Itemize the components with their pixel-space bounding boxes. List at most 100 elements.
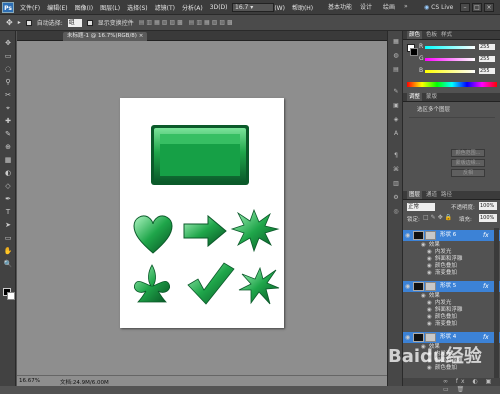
menu-item[interactable]: 3D(D): [210, 4, 228, 11]
status-zoom[interactable]: 16.67%: [19, 378, 40, 384]
auto-select-checkbox[interactable]: [25, 19, 32, 26]
color-icon[interactable]: ◍: [391, 51, 401, 60]
layer-row[interactable]: ◉ 形状 5 fx: [403, 281, 500, 292]
workspace-essentials[interactable]: 基本功能: [325, 2, 355, 13]
lasso-tool-icon[interactable]: ◌: [3, 65, 13, 74]
minimize-button[interactable]: –: [460, 3, 470, 12]
channel-r-slider[interactable]: [425, 46, 475, 49]
effect-item[interactable]: ◉ 颜色叠加: [427, 263, 457, 270]
paragraph-icon[interactable]: ¶: [391, 151, 401, 160]
tab-swatches[interactable]: 色板: [426, 31, 437, 39]
swatches-icon[interactable]: ▤: [391, 65, 401, 74]
effect-item[interactable]: ◉ 颜色叠加: [427, 314, 457, 321]
notes-icon[interactable]: ⌘: [391, 165, 401, 174]
more-workspaces-icon[interactable]: »: [404, 3, 408, 10]
eyedropper-tool-icon[interactable]: ⌖: [3, 104, 13, 113]
move-tool-icon[interactable]: ✥: [3, 39, 13, 48]
gradient-tool-icon[interactable]: ◇: [3, 182, 13, 191]
checkmark-shape[interactable]: [187, 262, 235, 305]
close-button[interactable]: ×: [484, 3, 494, 12]
hand-tool-icon[interactable]: ✋: [3, 247, 13, 256]
blend-mode-select[interactable]: 正常: [407, 203, 435, 211]
history-icon[interactable]: ▦: [391, 37, 401, 46]
eye-icon[interactable]: ◉: [427, 307, 432, 313]
close-tab-icon[interactable]: ×: [139, 33, 144, 39]
document-canvas[interactable]: [120, 98, 284, 328]
zoom-select[interactable]: 16.7 ▾: [232, 3, 274, 12]
background-color-icon[interactable]: [7, 292, 15, 300]
document-tab[interactable]: 未标题-1 @ 16.7%(RGB/8) ×: [63, 32, 148, 41]
eye-icon[interactable]: ◉: [405, 281, 410, 292]
heart-shape[interactable]: [133, 215, 173, 254]
align-icons[interactable]: ▤▥▦▧▨▩ ▤▥▦▧▨▩: [139, 19, 235, 26]
lock-icons[interactable]: □✎✥🔒: [423, 214, 454, 221]
channel-g-slider[interactable]: [425, 58, 475, 61]
invert-button[interactable]: 反相: [451, 169, 485, 177]
type-tool-icon[interactable]: T: [3, 208, 13, 217]
character-icon[interactable]: A: [391, 129, 401, 138]
stamp-tool-icon[interactable]: ⊕: [3, 143, 13, 152]
eye-icon[interactable]: ◉: [427, 270, 432, 276]
fleur-de-lis-shape[interactable]: [133, 264, 171, 303]
shape-tool-icon[interactable]: ▭: [3, 234, 13, 243]
effect-item[interactable]: ◉ 斜面和浮雕: [427, 256, 462, 263]
clone-source-icon[interactable]: ▣: [391, 101, 401, 110]
menu-item[interactable]: 图层(L): [100, 3, 120, 12]
eraser-tool-icon[interactable]: ◐: [3, 169, 13, 178]
star-burst-shape[interactable]: [230, 208, 280, 253]
maximize-button[interactable]: □: [472, 3, 482, 12]
menu-item[interactable]: 帮助(H): [292, 3, 313, 12]
eye-icon[interactable]: ◉: [421, 293, 426, 299]
layer-row[interactable]: ◉ 形状 6 fx: [403, 230, 500, 241]
history-brush-icon[interactable]: ▦: [3, 156, 13, 165]
layer-comps-icon[interactable]: ▥: [391, 179, 401, 188]
layer-fx-icon[interactable]: fx: [483, 332, 489, 343]
tab-styles[interactable]: 样式: [441, 31, 452, 39]
tab-adjustments[interactable]: 调整: [407, 93, 423, 101]
effects-group[interactable]: ◉ 效果: [421, 293, 440, 300]
actions-icon[interactable]: ◈: [391, 115, 401, 124]
eye-icon[interactable]: ◉: [421, 242, 426, 248]
effect-item[interactable]: ◉ 内发光: [427, 300, 451, 307]
navigator-icon[interactable]: ◎: [391, 207, 401, 216]
color-spectrum[interactable]: [407, 82, 497, 87]
eye-icon[interactable]: ◉: [427, 300, 432, 306]
layer-fx-icon[interactable]: fx: [483, 281, 489, 292]
tab-masks[interactable]: 蒙版: [426, 93, 437, 101]
menu-item[interactable]: 分析(A): [182, 3, 203, 12]
tab-channels[interactable]: 通道: [426, 191, 437, 199]
menu-item[interactable]: 选择(S): [127, 3, 148, 12]
mask-edge-button[interactable]: 蒙版边缘...: [451, 159, 485, 167]
layers-footer-icons[interactable]: ∞ fx ◐ ▣ ▭ 🗑: [403, 378, 500, 393]
tab-paths[interactable]: 路径: [441, 191, 452, 199]
path-select-tool-icon[interactable]: ➤: [3, 221, 13, 230]
effect-item[interactable]: ◉ 斜面和浮雕: [427, 307, 462, 314]
tab-layers[interactable]: 图层: [407, 191, 423, 199]
tool-preset-arrow[interactable]: ▸: [18, 19, 21, 26]
color-range-button[interactable]: 颜色范围...: [451, 149, 485, 157]
channel-g-value[interactable]: 255: [479, 56, 495, 62]
menu-item[interactable]: 滤镜(T): [155, 3, 175, 12]
eye-icon[interactable]: ◉: [427, 249, 432, 255]
effect-item[interactable]: ◉ 内发光: [427, 249, 451, 256]
eye-icon[interactable]: ◉: [405, 230, 410, 241]
spiky-star-shape[interactable]: [238, 266, 280, 305]
tool-presets-icon[interactable]: ⚙: [391, 193, 401, 202]
arrow-shape[interactable]: [183, 214, 227, 248]
effect-item[interactable]: ◉ 渐变叠加: [427, 321, 457, 328]
workspace-design[interactable]: 设计: [357, 2, 375, 13]
tab-color[interactable]: 颜色: [407, 31, 423, 39]
effect-item[interactable]: ◉ 渐变叠加: [427, 270, 457, 277]
move-tool-icon[interactable]: ✥: [6, 18, 13, 27]
eye-icon[interactable]: ◉: [427, 263, 432, 269]
brush-icon[interactable]: ✎: [391, 87, 401, 96]
layer-fx-icon[interactable]: fx: [483, 230, 489, 241]
zoom-tool-icon[interactable]: 🔍: [3, 260, 13, 269]
menu-item[interactable]: 图像(I): [75, 3, 93, 12]
eye-icon[interactable]: ◉: [427, 314, 432, 320]
opacity-input[interactable]: 100%: [479, 202, 497, 210]
pen-tool-icon[interactable]: ✒: [3, 195, 13, 204]
workspace-painting[interactable]: 绘画: [380, 2, 398, 13]
effects-group[interactable]: ◉ 效果: [421, 242, 440, 249]
healing-tool-icon[interactable]: ✚: [3, 117, 13, 126]
